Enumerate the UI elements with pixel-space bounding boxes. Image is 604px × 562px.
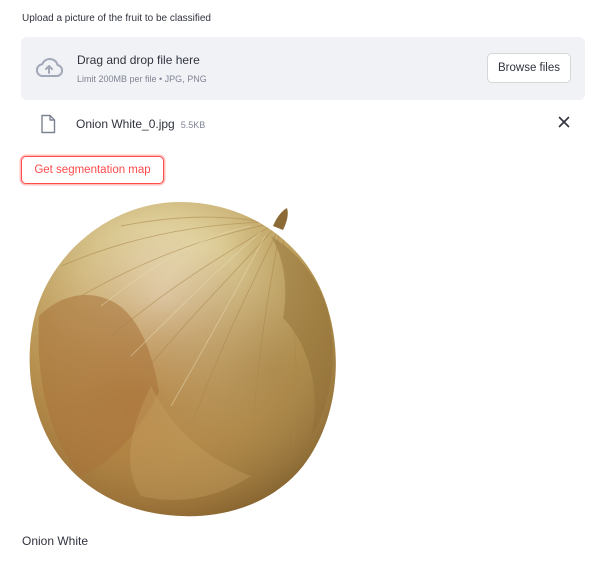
get-segmentation-map-button[interactable]: Get segmentation map bbox=[21, 156, 164, 184]
cloud-upload-icon bbox=[35, 57, 64, 77]
close-icon[interactable] bbox=[557, 115, 571, 129]
uploaded-file-row: Onion White_0.jpg 5.5KB bbox=[21, 110, 585, 138]
file-name: Onion White_0.jpg 5.5KB bbox=[76, 117, 205, 131]
file-dropzone[interactable]: Drag and drop file here Limit 200MB per … bbox=[21, 37, 585, 100]
dropzone-title: Drag and drop file here bbox=[77, 53, 200, 67]
upload-label: Upload a picture of the fruit to be clas… bbox=[22, 13, 211, 24]
onion-image bbox=[29, 202, 336, 517]
browse-files-button[interactable]: Browse files bbox=[487, 53, 571, 83]
file-name-text: Onion White_0.jpg bbox=[76, 117, 175, 131]
file-size: 5.5KB bbox=[180, 120, 206, 130]
classification-result: Onion White bbox=[22, 534, 89, 548]
file-icon bbox=[41, 114, 56, 134]
dropzone-limit-text: Limit 200MB per file • JPG, PNG bbox=[77, 74, 207, 84]
